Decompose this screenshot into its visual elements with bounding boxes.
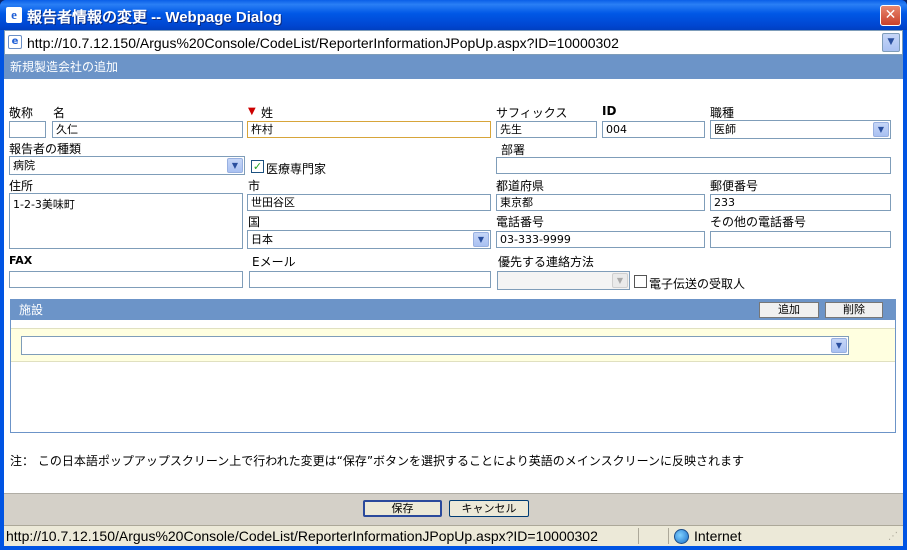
country-label: 国 <box>248 215 261 229</box>
first-name-field[interactable]: 久仁 <box>52 121 243 138</box>
department-field[interactable] <box>496 157 891 174</box>
title-bar: e 報告者情報の変更 -- Webpage Dialog ✕ <box>0 0 907 30</box>
add-facility-button[interactable]: 追加 <box>759 302 819 318</box>
dialog-window: e 報告者情報の変更 -- Webpage Dialog ✕ e http://… <box>0 0 907 550</box>
facilities-title: 施設 <box>19 303 44 317</box>
e2b-recipient-label: 電子伝送の受取人 <box>649 277 746 291</box>
email-label: Eメール <box>252 255 296 269</box>
chevron-down-icon[interactable]: ▼ <box>612 273 628 288</box>
dialog-content: 新規製造会社の追加 敬称 名 ▼ 姓 サフィックス ID 職種 久仁 杵村 先生… <box>4 55 903 525</box>
required-flag-icon: ▼ <box>248 106 256 117</box>
department-label: 部署 <box>501 143 526 157</box>
last-name-field[interactable]: 杵村 <box>247 121 491 138</box>
country-select-value: 日本 <box>251 233 273 246</box>
ie-icon: e <box>6 7 22 23</box>
other-phone-label: その他の電話番号 <box>710 215 807 229</box>
address-bar[interactable]: e http://10.7.12.150/Argus%20Console/Cod… <box>4 30 903 55</box>
footer-bar: 保存 キャンセル <box>4 493 903 525</box>
facilities-section: 施設 追加 削除 ▼ <box>10 299 896 433</box>
reporter-type-select[interactable]: 病院 ▼ <box>9 156 245 175</box>
reporter-type-select-value: 病院 <box>13 159 35 172</box>
facility-select[interactable]: ▼ <box>21 336 849 355</box>
internet-zone-icon <box>674 529 689 544</box>
suffix-field[interactable]: 先生 <box>496 121 597 138</box>
note-text: 注： この日本語ポップアップスクリーン上で行われた変更は“保存”ボタンを選択する… <box>10 454 744 468</box>
phone-field[interactable]: 03-333-9999 <box>496 231 705 248</box>
cancel-button[interactable]: キャンセル <box>449 500 529 517</box>
delete-facility-button[interactable]: 削除 <box>825 302 883 318</box>
email-field[interactable] <box>249 271 491 288</box>
chevron-down-icon[interactable]: ▼ <box>831 338 847 353</box>
status-url: http://10.7.12.150/Argus%20Console/CodeL… <box>6 528 598 544</box>
last-name-label: 姓 <box>261 106 274 120</box>
fax-label: FAX <box>9 254 33 267</box>
status-divider <box>638 528 639 544</box>
phone-label: 電話番号 <box>496 215 545 229</box>
facility-row: ▼ <box>11 328 895 362</box>
reporter-type-label: 報告者の種類 <box>9 142 82 156</box>
save-button[interactable]: 保存 <box>363 500 442 517</box>
close-button[interactable]: ✕ <box>880 5 901 26</box>
suffix-label: サフィックス <box>496 106 568 120</box>
page-header: 新規製造会社の追加 <box>4 55 903 79</box>
facilities-header: 施設 追加 削除 <box>11 300 895 320</box>
chevron-down-icon[interactable]: ▼ <box>873 122 889 137</box>
occupation-select[interactable]: 医師 ▼ <box>710 120 891 139</box>
hcp-label: 医療専門家 <box>266 162 327 176</box>
status-divider <box>668 528 669 544</box>
window-title: 報告者情報の変更 -- Webpage Dialog <box>27 9 282 26</box>
honorific-label: 敬称 <box>9 106 34 120</box>
page-icon: e <box>8 35 22 49</box>
country-select[interactable]: 日本 ▼ <box>247 230 491 249</box>
postal-code-field[interactable]: 233 <box>710 194 891 211</box>
city-field[interactable]: 世田谷区 <box>247 194 491 211</box>
prefecture-field[interactable]: 東京都 <box>496 194 705 211</box>
address-label: 住所 <box>9 179 34 193</box>
first-name-label: 名 <box>53 106 66 120</box>
other-phone-field[interactable] <box>710 231 891 248</box>
id-label: ID <box>602 104 617 118</box>
hcp-checkbox[interactable]: ✓ <box>251 160 264 173</box>
e2b-recipient-checkbox[interactable] <box>634 275 647 288</box>
chevron-down-icon[interactable]: ▼ <box>227 158 243 173</box>
status-bar: http://10.7.12.150/Argus%20Console/CodeL… <box>4 525 903 546</box>
preferred-contact-label: 優先する連絡方法 <box>498 255 595 269</box>
postal-code-label: 郵便番号 <box>710 179 759 193</box>
address-url[interactable]: http://10.7.12.150/Argus%20Console/CodeL… <box>27 35 619 51</box>
fax-field[interactable] <box>9 271 243 288</box>
address-dropdown-button[interactable]: ▼ <box>882 33 900 52</box>
honorific-field[interactable] <box>9 121 46 138</box>
occupation-label: 職種 <box>710 106 735 120</box>
occupation-select-value: 医師 <box>714 123 736 136</box>
city-label: 市 <box>248 179 261 193</box>
preferred-contact-select[interactable]: ▼ <box>497 271 630 290</box>
id-field[interactable]: 004 <box>602 121 705 138</box>
address-textarea[interactable]: 1-2-3美味町 <box>9 193 243 249</box>
chevron-down-icon[interactable]: ▼ <box>473 232 489 247</box>
resize-grip-icon[interactable]: ⋰ <box>888 532 900 544</box>
prefecture-label: 都道府県 <box>496 179 545 193</box>
security-zone-label: Internet <box>694 528 742 544</box>
